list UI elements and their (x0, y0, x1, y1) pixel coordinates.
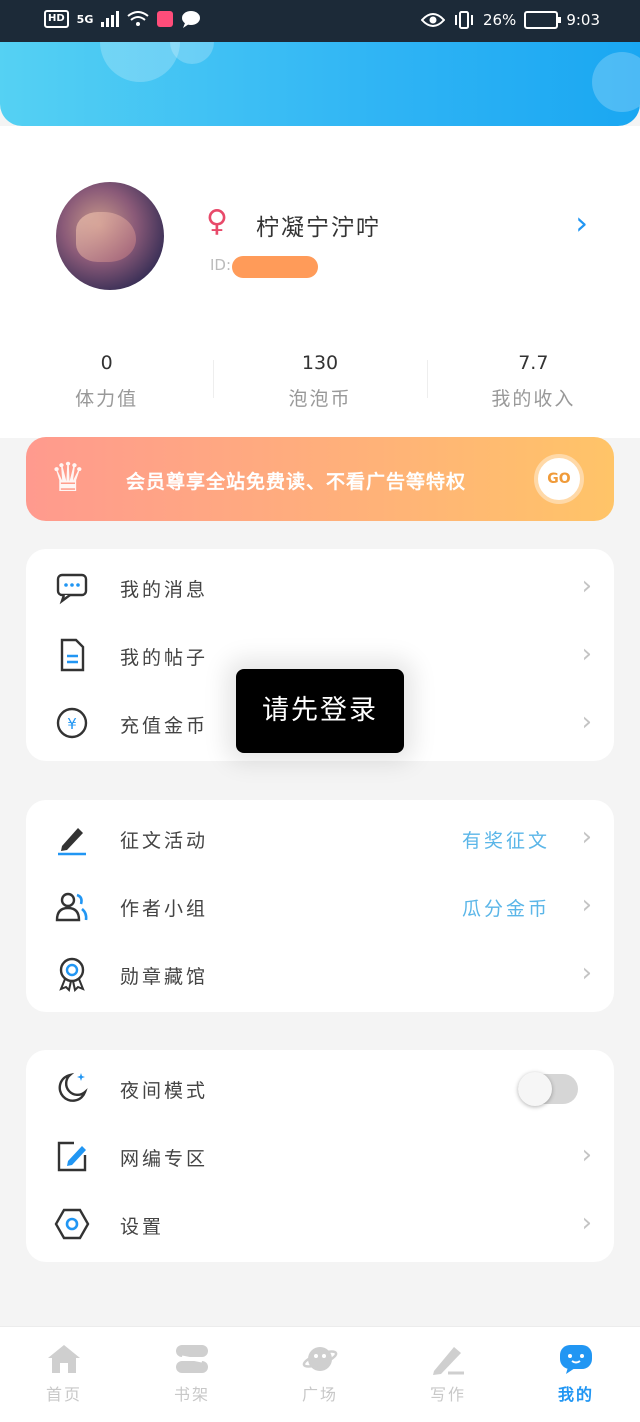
menu-item-label: 充值金币 (120, 715, 209, 737)
avatar[interactable] (56, 182, 164, 290)
chevron-right-icon: › (581, 707, 592, 737)
profile-icon (560, 1345, 592, 1374)
nav-tab-home[interactable]: 首页 (0, 1327, 128, 1422)
menu-item-label: 我的帖子 (120, 647, 209, 669)
message-icon (56, 573, 88, 605)
user-id-redacted (232, 256, 318, 278)
stat-label: 泡泡币 (288, 388, 352, 410)
home-icon (48, 1345, 80, 1373)
menu-item-label: 征文活动 (120, 830, 209, 852)
menu-item-label: 网编专区 (120, 1148, 209, 1170)
menu-item-editor-zone[interactable]: 网编专区 › (26, 1122, 614, 1190)
chevron-right-icon: › (581, 958, 592, 988)
nav-label: 广场 (301, 1385, 338, 1404)
group-icon (55, 892, 88, 922)
vip-go-button[interactable]: GO (534, 454, 584, 504)
menu-item-my-messages[interactable]: 我的消息 › (26, 553, 614, 621)
chevron-right-icon: › (581, 890, 592, 920)
nav-tab-mine[interactable]: 我的 (512, 1327, 640, 1422)
female-gender-icon: ♀ (206, 204, 228, 239)
chevron-right-icon: › (581, 1140, 592, 1170)
decor-bubble (592, 52, 640, 112)
vip-banner[interactable]: ♛ 会员尊享全站免费读、不看广告等特权 GO (26, 437, 614, 521)
chevron-right-icon: › (581, 571, 592, 601)
stat-income[interactable]: 7.7 我的收入 (426, 352, 640, 411)
planet-icon (302, 1347, 338, 1371)
user-stats: 0 体力值 130 泡泡币 7.7 我的收入 (0, 352, 640, 411)
menu-item-label: 勋章藏馆 (120, 966, 209, 988)
chat-notification-icon (182, 11, 201, 28)
stat-label: 体力值 (75, 388, 139, 410)
chevron-right-icon: › (581, 822, 592, 852)
signal-icon (101, 11, 120, 27)
crown-icon: ♛ (50, 455, 86, 501)
edit-icon (57, 1141, 87, 1172)
menu-item-settings[interactable]: 设置 › (26, 1190, 614, 1258)
stat-value: 0 (100, 352, 113, 374)
stat-value: 7.7 (518, 352, 549, 374)
moon-icon (58, 1072, 88, 1102)
nav-tab-bookshelf[interactable]: 书架 (128, 1327, 256, 1422)
username: 柠凝宁泞咛 (256, 215, 381, 241)
wifi-icon (127, 11, 149, 26)
menu-item-label: 作者小组 (120, 898, 209, 920)
stat-stamina[interactable]: 0 体力值 (0, 352, 213, 411)
profile-section: ♀ 柠凝宁泞咛 ID: › 0 体力值 130 泡泡币 7.7 我的收入 (0, 126, 640, 438)
coin-icon: ¥ (56, 707, 88, 739)
eye-icon (420, 13, 445, 27)
vibrate-icon (454, 11, 473, 29)
profile-chevron-right-icon[interactable]: › (575, 204, 588, 242)
document-icon (60, 638, 85, 672)
menu-item-label: 我的消息 (120, 579, 209, 601)
bookshelf-icon (176, 1345, 208, 1373)
nav-label: 书架 (173, 1385, 210, 1404)
menu-item-night-mode: 夜间模式 (26, 1054, 614, 1122)
settings-icon (54, 1208, 90, 1240)
app-notification-icon (157, 11, 174, 27)
nav-label: 写作 (429, 1385, 466, 1404)
menu-item-label: 设置 (120, 1216, 165, 1238)
battery-percent: 26% (482, 11, 517, 29)
login-required-toast: 请先登录 (236, 669, 404, 753)
bottom-navigation: 首页 书架 广场 写作 我的 (0, 1326, 640, 1422)
write-icon (433, 1347, 464, 1375)
stat-bubble-coins[interactable]: 130 泡泡币 (213, 352, 426, 411)
menu-item-promo: 有奖征文 (461, 830, 550, 852)
nav-tab-square[interactable]: 广场 (256, 1327, 384, 1422)
stat-value: 130 (301, 352, 339, 374)
hd-icon: HD (44, 10, 69, 28)
profile-header-banner (0, 42, 640, 126)
menu-card-activities: 征文活动 有奖征文 › 作者小组 瓜分金币 › 勋章藏馆 › (26, 800, 614, 1012)
nav-label: 首页 (45, 1385, 82, 1404)
clock: 9:03 (566, 11, 600, 29)
menu-item-writing-contest[interactable]: 征文活动 有奖征文 › (26, 804, 614, 872)
nav-label: 我的 (557, 1385, 594, 1404)
pen-icon (58, 828, 86, 856)
decor-bubble (170, 42, 214, 64)
medal-icon (59, 957, 85, 992)
nav-tab-write[interactable]: 写作 (384, 1327, 512, 1422)
menu-item-author-group[interactable]: 作者小组 瓜分金币 › (26, 872, 614, 940)
chevron-right-icon: › (581, 1208, 592, 1238)
menu-item-promo: 瓜分金币 (461, 898, 550, 920)
user-id-label: ID: (210, 256, 232, 274)
menu-card-settings: 夜间模式 网编专区 › 设置 › (26, 1050, 614, 1262)
menu-item-medal-hall[interactable]: 勋章藏馆 › (26, 940, 614, 1008)
network-type: 5G (76, 12, 94, 26)
vip-banner-text: 会员尊享全站免费读、不看广告等特权 (126, 471, 467, 493)
night-mode-toggle[interactable] (518, 1072, 578, 1106)
stat-label: 我的收入 (491, 388, 576, 410)
svg-text:¥: ¥ (67, 715, 77, 733)
status-bar: HD 5G 26% 9:03 (0, 0, 640, 42)
decor-bubble (100, 42, 180, 82)
menu-item-label: 夜间模式 (120, 1080, 209, 1102)
battery-icon (524, 11, 562, 29)
chevron-right-icon: › (581, 639, 592, 669)
